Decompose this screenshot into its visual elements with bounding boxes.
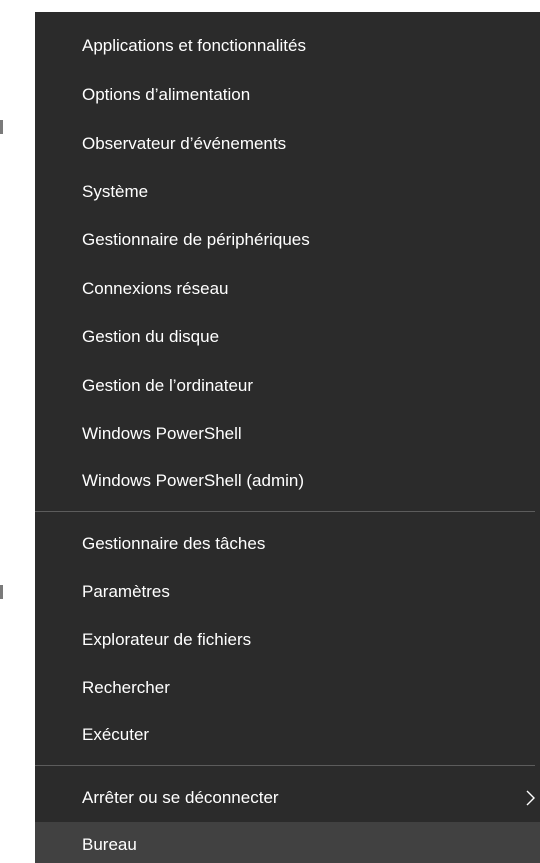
menu-divider	[35, 511, 535, 512]
menu-item-windows-powershell[interactable]: Windows PowerShell	[35, 411, 540, 457]
chevron-right-icon	[522, 790, 538, 806]
menu-item-computer-management[interactable]: Gestion de l’ordinateur	[35, 363, 540, 409]
menu-item-power-options[interactable]: Options d’alimentation	[35, 72, 540, 118]
menu-item-label: Connexions réseau	[82, 279, 229, 298]
menu-item-windows-powershell-admin[interactable]: Windows PowerShell (admin)	[35, 458, 540, 504]
menu-item-label: Arrêter ou se déconnecter	[82, 788, 279, 807]
menu-item-device-manager[interactable]: Gestionnaire de périphériques	[35, 217, 540, 263]
menu-item-settings[interactable]: Paramètres	[35, 569, 540, 615]
power-user-menu: Applications et fonctionnalités Options …	[35, 12, 540, 863]
menu-item-task-manager[interactable]: Gestionnaire des tâches	[35, 521, 540, 567]
menu-item-label: Options d’alimentation	[82, 85, 251, 104]
menu-item-network-connections[interactable]: Connexions réseau	[35, 266, 540, 312]
menu-item-run[interactable]: Exécuter	[35, 712, 540, 758]
menu-item-file-explorer[interactable]: Explorateur de fichiers	[35, 617, 540, 663]
menu-item-label: Explorateur de fichiers	[82, 630, 252, 649]
menu-item-label: Rechercher	[82, 678, 170, 697]
menu-item-event-viewer[interactable]: Observateur d’événements	[35, 121, 540, 167]
menu-item-label: Exécuter	[82, 725, 150, 744]
menu-item-system[interactable]: Système	[35, 169, 540, 215]
window-edge-mark	[0, 585, 3, 599]
menu-item-label: Gestionnaire de périphériques	[82, 230, 310, 249]
menu-item-desktop[interactable]: Bureau	[35, 822, 540, 863]
menu-item-search[interactable]: Rechercher	[35, 665, 540, 711]
menu-item-label: Gestion de l’ordinateur	[82, 376, 254, 395]
menu-divider	[35, 765, 535, 766]
menu-item-label: Observateur d’événements	[82, 134, 287, 153]
menu-item-label: Gestion du disque	[82, 327, 220, 346]
window-edge-mark	[0, 120, 3, 134]
menu-item-disk-management[interactable]: Gestion du disque	[35, 314, 540, 360]
menu-item-label: Windows PowerShell (admin)	[82, 471, 305, 490]
menu-item-label: Windows PowerShell	[82, 424, 242, 443]
menu-item-label: Gestionnaire des tâches	[82, 534, 266, 553]
menu-item-label: Bureau	[82, 835, 137, 854]
menu-item-label: Paramètres	[82, 582, 170, 601]
menu-item-apps-features[interactable]: Applications et fonctionnalités	[35, 23, 540, 69]
menu-item-label: Système	[82, 182, 149, 201]
menu-item-label: Applications et fonctionnalités	[82, 36, 306, 55]
menu-item-shutdown-signout[interactable]: Arrêter ou se déconnecter	[35, 775, 540, 821]
